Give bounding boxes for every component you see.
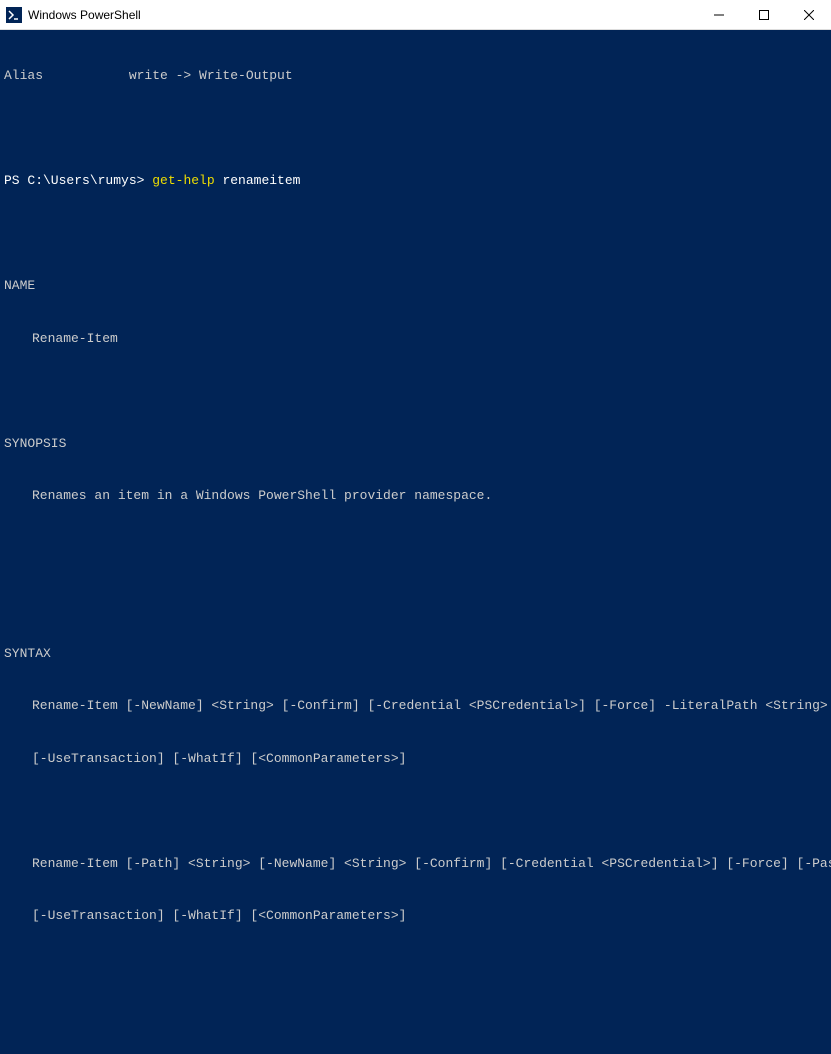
command-arg: renameitem [222,172,300,190]
window-controls [696,0,831,30]
command-cmdlet: get-help [152,172,222,190]
syntax-line: [-UseTransaction] [-WhatIf] [<CommonPara… [4,907,827,925]
blank-line [4,1012,827,1030]
syntax-line: Rename-Item [-NewName] <String> [-Confir… [4,697,827,715]
syntax-line: [-UseTransaction] [-WhatIf] [<CommonPara… [4,750,827,768]
output-line: Alias write -> Write-Output [4,67,827,85]
minimize-button[interactable] [696,0,741,30]
powershell-icon [6,7,22,23]
blank-line [4,802,827,820]
close-button[interactable] [786,0,831,30]
maximize-button[interactable] [741,0,786,30]
synopsis-value: Renames an item in a Windows PowerShell … [4,487,827,505]
prompt-text: PS C:\Users\rumys> [4,172,152,190]
prompt-line: PS C:\Users\rumys> get-help renameitem [4,172,827,190]
name-value: Rename-Item [4,330,827,348]
blank-line [4,540,827,558]
syntax-line: Rename-Item [-Path] <String> [-NewName] … [4,855,827,873]
blank-line [4,960,827,978]
blank-line [4,592,827,610]
blank-line [4,225,827,243]
title-left: Windows PowerShell [6,7,141,23]
title-bar: Windows PowerShell [0,0,831,30]
blank-line [4,382,827,400]
section-header: SYNOPSIS [4,435,827,453]
window-title: Windows PowerShell [28,8,141,22]
terminal-output[interactable]: Alias write -> Write-Output PS C:\Users\… [0,30,831,1054]
section-header: SYNTAX [4,645,827,663]
blank-line [4,120,827,138]
section-header: NAME [4,277,827,295]
